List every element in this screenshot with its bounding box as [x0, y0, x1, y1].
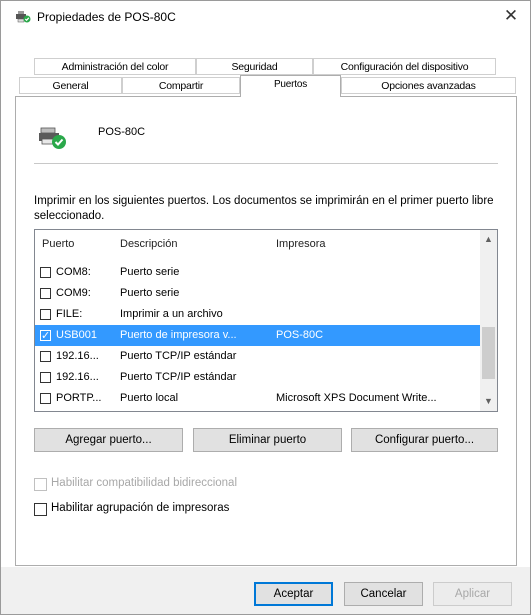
- port-row[interactable]: COM9: Puerto serie: [35, 283, 480, 304]
- pooling-label[interactable]: Habilitar agrupación de impresoras: [51, 502, 229, 514]
- scrollbar-thumb[interactable]: [482, 327, 495, 379]
- port-name: USB001: [56, 329, 97, 341]
- port-row[interactable]: 192.16... Puerto TCP/IP estándar: [35, 367, 480, 388]
- port-name: PORTP...: [56, 392, 102, 404]
- column-header-impresora[interactable]: Impresora: [276, 238, 326, 250]
- port-row[interactable]: COM8: Puerto serie: [35, 262, 480, 283]
- port-row[interactable]: PORTP... Puerto local Microsoft XPS Docu…: [35, 388, 480, 409]
- port-checkbox[interactable]: [40, 351, 51, 362]
- tab-configuracion-dispositivo[interactable]: Configuración del dispositivo: [313, 58, 496, 75]
- port-description: Puerto de impresora v...: [120, 329, 237, 341]
- port-name: FILE:: [56, 308, 83, 320]
- port-checkbox[interactable]: [40, 393, 51, 404]
- port-description: Puerto TCP/IP estándar: [120, 371, 237, 383]
- port-name: 192.16...: [56, 371, 99, 383]
- column-header-descripcion[interactable]: Descripción: [120, 238, 177, 250]
- printer-shared-icon: [38, 125, 68, 151]
- title-bar: Propiedades de POS-80C ✕: [1, 1, 530, 33]
- port-checkbox[interactable]: [40, 288, 51, 299]
- port-description: Puerto TCP/IP estándar: [120, 350, 237, 362]
- printer-title-icon: [15, 10, 31, 24]
- printer-properties-dialog: Propiedades de POS-80C ✕ Administración …: [0, 0, 531, 615]
- check-icon: ✓: [41, 330, 51, 342]
- ports-description: Imprimir en los siguientes puertos. Los …: [34, 195, 494, 222]
- port-description: Puerto local: [120, 392, 179, 404]
- port-name: 192.16...: [56, 350, 99, 362]
- ports-list[interactable]: Puerto Descripción Impresora COM8: Puert…: [34, 229, 498, 412]
- port-row[interactable]: 192.16... Puerto TCP/IP estándar: [35, 346, 480, 367]
- port-checkbox[interactable]: [40, 309, 51, 320]
- port-printer: POS-80C: [276, 329, 324, 341]
- port-name: COM9:: [56, 287, 91, 299]
- ports-list-header: Puerto Descripción Impresora: [35, 230, 480, 258]
- delete-port-button[interactable]: Eliminar puerto: [193, 428, 342, 452]
- add-port-button[interactable]: Agregar puerto...: [34, 428, 183, 452]
- tab-opciones-avanzadas[interactable]: Opciones avanzadas: [341, 77, 516, 94]
- close-icon[interactable]: ✕: [500, 5, 522, 27]
- chevron-down-icon[interactable]: ▼: [480, 394, 497, 411]
- port-description: Imprimir a un archivo: [120, 308, 223, 320]
- port-name: COM8:: [56, 266, 91, 278]
- port-description: Puerto serie: [120, 266, 180, 278]
- port-checkbox[interactable]: [40, 267, 51, 278]
- pooling-checkbox[interactable]: [34, 503, 47, 516]
- tab-administracion-color[interactable]: Administración del color: [34, 58, 196, 75]
- tab-compartir[interactable]: Compartir: [122, 77, 240, 94]
- cancel-button[interactable]: Cancelar: [344, 582, 423, 606]
- configure-port-button[interactable]: Configurar puerto...: [351, 428, 498, 452]
- separator: [34, 163, 498, 164]
- printer-name: POS-80C: [98, 126, 146, 138]
- bidirectional-checkbox: [34, 478, 47, 491]
- window-title: Propiedades de POS-80C: [37, 10, 176, 24]
- apply-button: Aplicar: [433, 582, 512, 606]
- bidirectional-label: Habilitar compatibilidad bidireccional: [51, 477, 238, 489]
- dialog-button-bar: Aceptar Cancelar Aplicar: [1, 567, 530, 614]
- port-checkbox[interactable]: [40, 372, 51, 383]
- port-printer: Microsoft XPS Document Write...: [276, 392, 437, 404]
- tab-puertos[interactable]: Puertos: [240, 75, 341, 97]
- chevron-up-icon[interactable]: ▲: [480, 230, 497, 247]
- tab-seguridad[interactable]: Seguridad: [196, 58, 313, 75]
- port-row-selected[interactable]: ✓ USB001 Puerto de impresora v... POS-80…: [35, 325, 480, 346]
- port-row[interactable]: FILE: Imprimir a un archivo: [35, 304, 480, 325]
- port-checkbox-checked[interactable]: ✓: [40, 330, 51, 342]
- ports-list-scrollbar[interactable]: ▲ ▼: [480, 230, 497, 411]
- port-description: Puerto serie: [120, 287, 180, 299]
- ok-button[interactable]: Aceptar: [254, 582, 333, 606]
- tab-general[interactable]: General: [19, 77, 122, 94]
- column-header-puerto[interactable]: Puerto: [42, 238, 74, 250]
